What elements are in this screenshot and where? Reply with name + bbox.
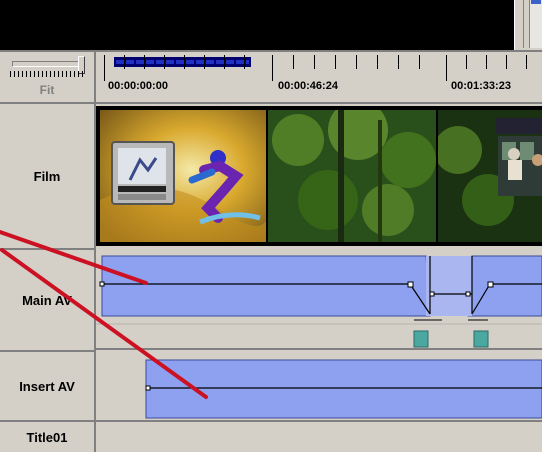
ruler-range-fill <box>116 60 249 64</box>
keyframe-handle[interactable] <box>487 281 494 288</box>
keyframe-handle[interactable] <box>465 291 471 297</box>
film-track[interactable] <box>96 106 542 250</box>
film-thumbnail-jungle[interactable] <box>268 110 436 242</box>
keyframe-handle[interactable] <box>407 281 414 288</box>
ruler-tick <box>104 55 105 81</box>
transition-marker-icon[interactable] <box>473 330 489 348</box>
timecode-label: 00:00:46:24 <box>278 80 338 92</box>
zoom-ticks <box>10 71 84 77</box>
track-label-film[interactable]: Film <box>0 104 96 250</box>
timeline-ruler[interactable]: 00:00:00:00 00:00:46:24 00:01:33:23 <box>96 52 542 104</box>
insert-av-clip[interactable] <box>145 359 542 419</box>
film-thumbnail-gondola[interactable] <box>438 110 542 242</box>
title01-track[interactable] <box>96 422 542 452</box>
track-label-main-av[interactable]: Main AV <box>0 250 96 352</box>
fit-button[interactable]: Fit <box>0 83 94 97</box>
zoom-control: Fit <box>0 52 96 104</box>
monitor-scrollbar[interactable] <box>514 0 542 54</box>
keyframe-handle[interactable] <box>99 281 105 287</box>
transition-region[interactable] <box>426 256 472 316</box>
keyframe-handle[interactable] <box>429 291 435 297</box>
keyframe-handle[interactable] <box>145 385 151 391</box>
preview-monitor <box>0 0 514 50</box>
timecode-label: 00:00:00:00 <box>108 80 168 92</box>
main-av-clip-1[interactable] <box>101 255 431 317</box>
zoom-slider-track[interactable] <box>12 61 84 67</box>
track-label-title01[interactable]: Title01 <box>0 422 96 452</box>
ruler-tick <box>272 55 273 81</box>
ruler-tick <box>446 55 447 81</box>
main-av-clip-2[interactable] <box>467 255 542 317</box>
track-label-insert-av[interactable]: Insert AV <box>0 352 96 422</box>
transition-marker-icon[interactable] <box>413 330 429 348</box>
timecode-label: 00:01:33:23 <box>451 80 511 92</box>
main-av-track[interactable] <box>96 250 542 350</box>
insert-av-track[interactable] <box>96 352 542 422</box>
film-thumbnail-surfer[interactable] <box>100 110 266 242</box>
